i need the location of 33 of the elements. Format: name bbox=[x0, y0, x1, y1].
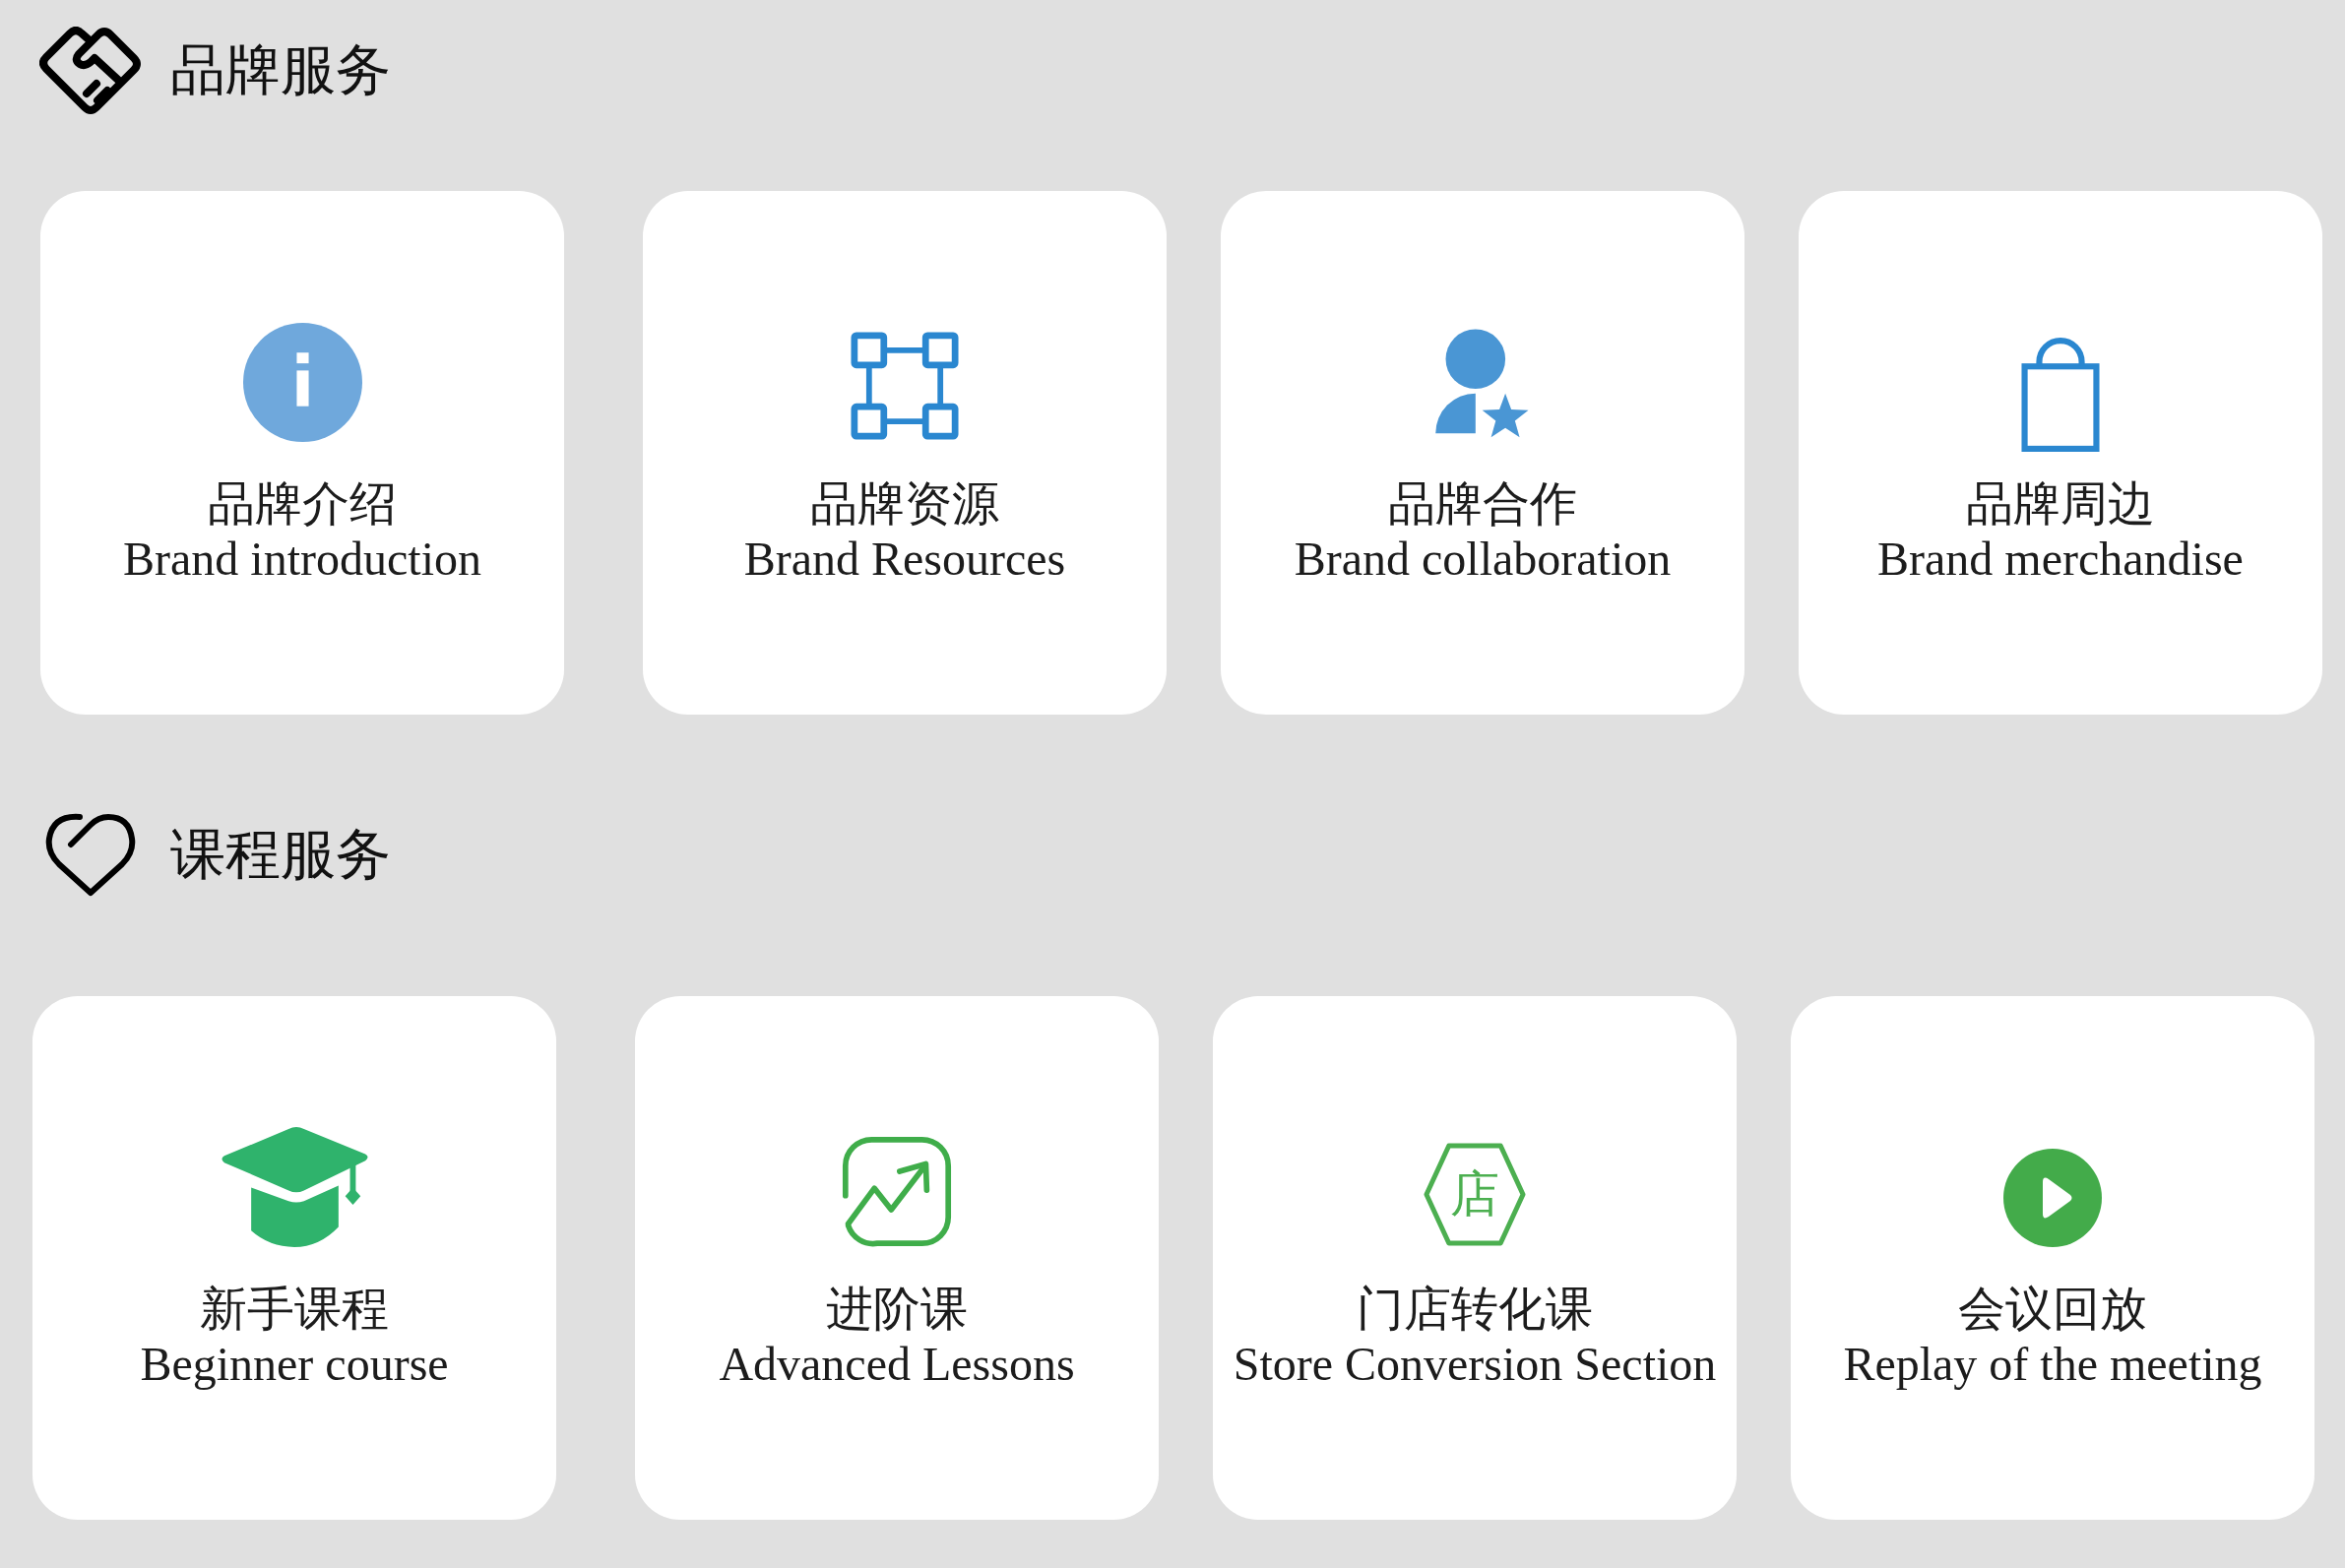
card-title: 新手课程 bbox=[200, 1279, 389, 1337]
card-title: 门店转化课 bbox=[1357, 1279, 1593, 1337]
card-subtitle: Brand collaboration bbox=[1294, 531, 1672, 587]
card-subtitle: Store Conversion Section bbox=[1233, 1336, 1717, 1392]
card-subtitle: Beginner course bbox=[140, 1336, 449, 1392]
card-title: 品牌周边 bbox=[1966, 473, 2155, 532]
hexagon-glyph-icon: 店 bbox=[1423, 1141, 1527, 1247]
card-title: 进阶课 bbox=[826, 1279, 968, 1337]
service-card[interactable]: 进阶课 Advanced Lessons bbox=[635, 996, 1159, 1520]
service-card[interactable]: 新手课程 Beginner course bbox=[32, 996, 556, 1520]
card-title: 会议回放 bbox=[1958, 1279, 2147, 1337]
service-card[interactable]: 店 门店转化课 Store Conversion Section bbox=[1213, 996, 1737, 1520]
card-subtitle: Brand Resources bbox=[743, 531, 1066, 587]
section-title: 品牌服务 bbox=[170, 36, 391, 103]
service-card[interactable]: 会议回放 Replay of the meeting bbox=[1791, 996, 2314, 1520]
card-subtitle: Replay of the meeting bbox=[1843, 1336, 2262, 1392]
play-icon bbox=[2003, 1148, 2102, 1247]
service-card[interactable]: 品牌介绍 Brand introduction bbox=[40, 191, 564, 715]
service-card[interactable]: 品牌资源 Brand Resources bbox=[643, 191, 1167, 715]
card-subtitle: Brand introduction bbox=[123, 531, 481, 587]
card-title: 品牌合作 bbox=[1388, 473, 1577, 532]
service-card[interactable]: 品牌合作 Brand collaboration bbox=[1221, 191, 1744, 715]
handshake-icon bbox=[39, 26, 141, 114]
card-title: 品牌介绍 bbox=[208, 473, 397, 532]
square-nodes-icon bbox=[851, 331, 959, 440]
card-subtitle: Advanced Lessons bbox=[719, 1336, 1075, 1392]
card-title: 品牌资源 bbox=[810, 473, 999, 532]
info-icon bbox=[242, 322, 362, 442]
graduation-cap-icon bbox=[219, 1126, 370, 1247]
section-title: 课程服务 bbox=[170, 821, 391, 888]
card-subtitle: Brand merchandise bbox=[1877, 531, 2244, 587]
shopping-bag-icon bbox=[2021, 337, 2100, 452]
service-card[interactable]: 品牌周边 Brand merchandise bbox=[1799, 191, 2322, 715]
